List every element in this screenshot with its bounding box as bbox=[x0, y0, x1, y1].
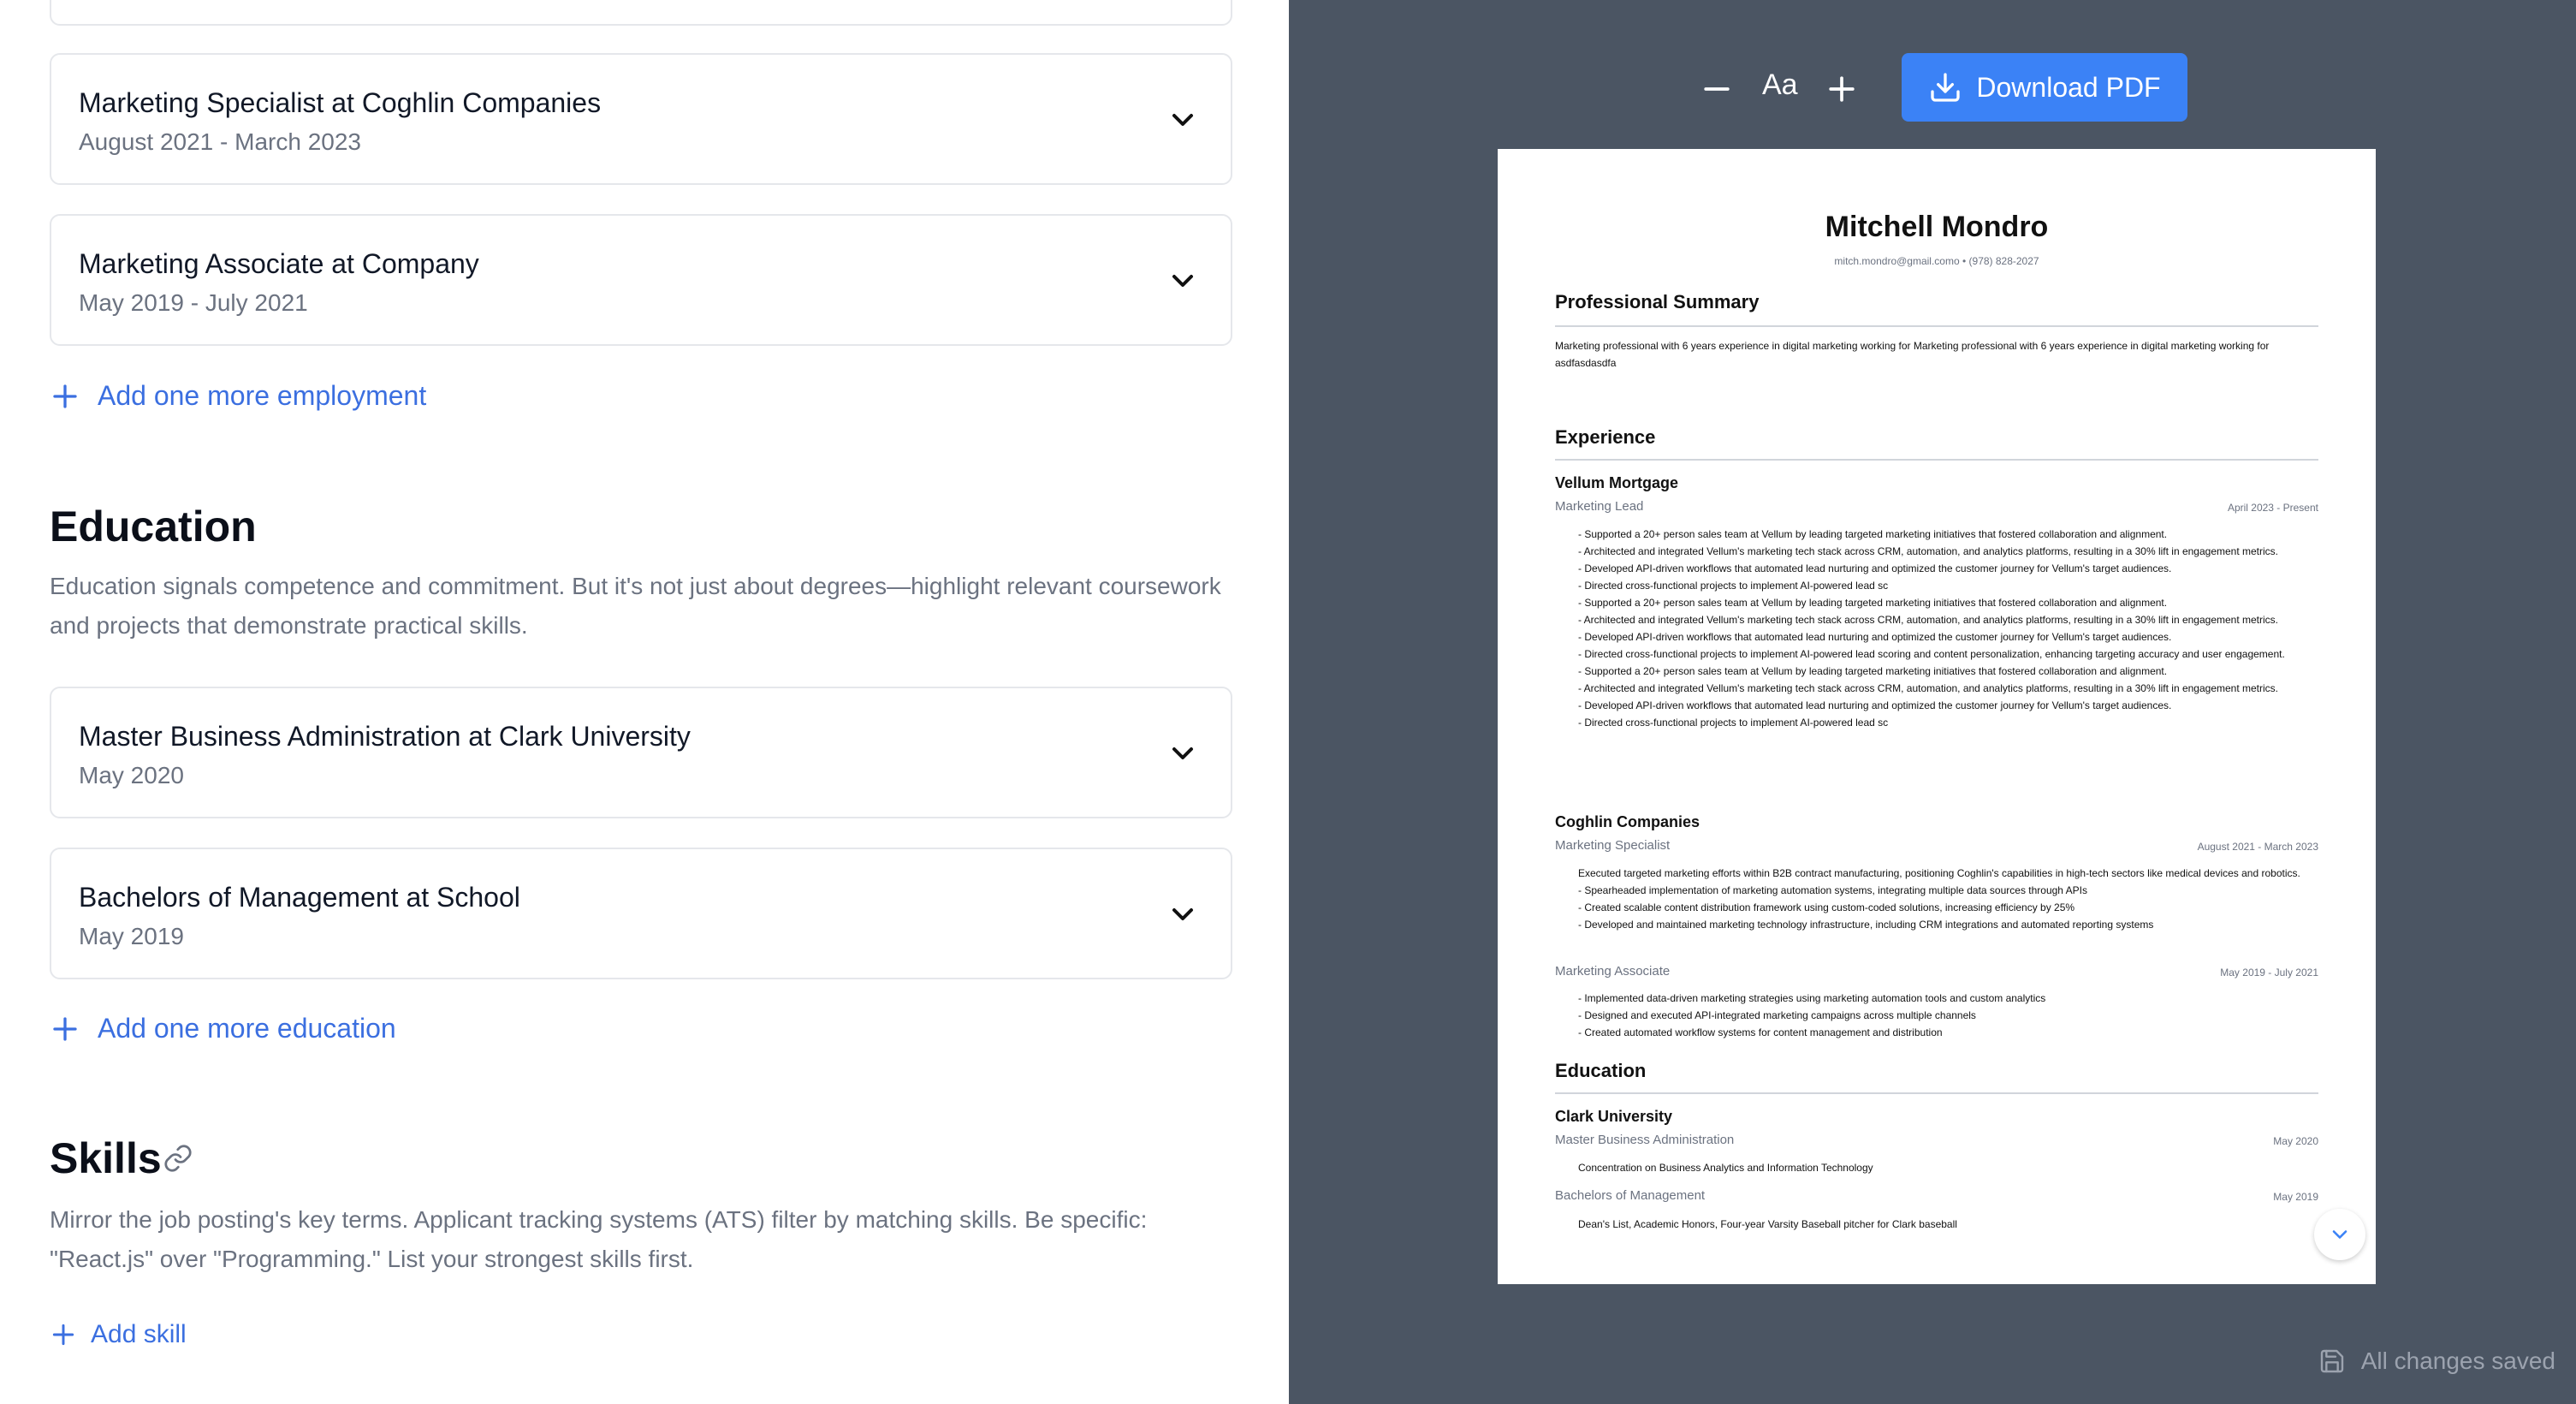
bullet: - Developed API-driven workflows that au… bbox=[1578, 562, 2172, 574]
bullet: - Supported a 20+ person sales team at V… bbox=[1578, 528, 2168, 540]
bullet: - Implemented data-driven marketing stra… bbox=[1578, 992, 2046, 1004]
education-title: Bachelors of Management at School bbox=[79, 882, 520, 913]
bullet-list: Dean's List, Academic Honors, Four-year … bbox=[1578, 1216, 2319, 1233]
save-status: All changes saved bbox=[2318, 1347, 2555, 1375]
job-dates: April 2023 - Present bbox=[2227, 502, 2318, 514]
divider bbox=[1555, 459, 2318, 461]
divider bbox=[1555, 1092, 2318, 1094]
education-description: Education signals competence and commitm… bbox=[50, 573, 1221, 639]
bullet-list: - Supported a 20+ person sales team at V… bbox=[1578, 526, 2319, 731]
preview-panel: Aa Download PDF Mitchell Mondro mitch.mo… bbox=[1289, 0, 2576, 1404]
employment-dates: May 2019 - July 2021 bbox=[79, 289, 308, 316]
bullet: - Directed cross-functional projects to … bbox=[1578, 648, 2285, 660]
experience-heading: Experience bbox=[1555, 426, 1656, 448]
bullet: - Developed API-driven workflows that au… bbox=[1578, 699, 2172, 711]
education-dates: May 2019 bbox=[79, 923, 184, 949]
bullet: - Created scalable content distribution … bbox=[1578, 901, 2075, 913]
degree-date: May 2020 bbox=[2273, 1135, 2318, 1147]
bullet: - Directed cross-functional projects to … bbox=[1578, 717, 1889, 729]
job-dates: May 2019 - July 2021 bbox=[2220, 967, 2318, 979]
download-icon bbox=[1931, 73, 1961, 102]
job-role: Marketing Lead bbox=[1555, 499, 1644, 514]
bullet: - Developed API-driven workflows that au… bbox=[1578, 631, 2172, 643]
degree: Bachelors of Management bbox=[1555, 1188, 1706, 1203]
bullet: - Spearheaded implementation of marketin… bbox=[1578, 884, 2087, 896]
chevron-down-icon[interactable] bbox=[1166, 264, 1200, 298]
bullet: Concentration on Business Analytics and … bbox=[1578, 1162, 1873, 1174]
resume-contact: mitch.mondro@gmail.como • (978) 828-2027 bbox=[1834, 255, 2039, 267]
employment-card-coghlin[interactable]: Marketing Specialist at Coghlin Companie… bbox=[50, 53, 1232, 185]
chevron-down-icon[interactable] bbox=[1166, 897, 1200, 931]
employment-title: Marketing Specialist at Coghlin Companie… bbox=[79, 87, 602, 118]
chevron-down-icon[interactable] bbox=[1166, 736, 1200, 770]
download-pdf-label: Download PDF bbox=[1976, 71, 2161, 103]
job-role: Marketing Associate bbox=[1555, 964, 1671, 979]
resume-name: Mitchell Mondro bbox=[1825, 211, 2049, 243]
link-icon[interactable] bbox=[163, 1143, 193, 1174]
school-name: Clark University bbox=[1555, 1108, 1673, 1125]
add-education-button[interactable]: Add one more education bbox=[50, 1013, 396, 1044]
bullet: - Architected and integrated Vellum's ma… bbox=[1578, 682, 2279, 694]
employment-card-company[interactable]: Marketing Associate at Company May 2019 … bbox=[50, 214, 1232, 346]
bullet: - Architected and integrated Vellum's ma… bbox=[1578, 545, 2279, 557]
decrease-font-button[interactable] bbox=[1698, 70, 1736, 108]
bullet: Executed targeted marketing efforts with… bbox=[1578, 867, 2300, 879]
resume-preview: Mitchell Mondro mitch.mondro@gmail.como … bbox=[1498, 149, 2376, 1284]
add-employment-button[interactable]: Add one more employment bbox=[50, 380, 426, 412]
employment-title: Marketing Associate at Company bbox=[79, 248, 479, 279]
company-name: Vellum Mortgage bbox=[1555, 474, 1679, 491]
save-status-label: All changes saved bbox=[2360, 1347, 2555, 1374]
education-section-heading: Education bbox=[1555, 1060, 1647, 1081]
company-name: Coghlin Companies bbox=[1555, 813, 1701, 830]
bullet: - Supported a 20+ person sales team at V… bbox=[1578, 665, 2168, 677]
bullet: - Created automated workflow systems for… bbox=[1578, 1026, 1943, 1038]
bullet: - Directed cross-functional projects to … bbox=[1578, 580, 1889, 592]
degree: Master Business Administration bbox=[1555, 1133, 1735, 1147]
summary-text: Marketing professional with 6 years expe… bbox=[1555, 340, 2270, 369]
bullet: - Supported a 20+ person sales team at V… bbox=[1578, 597, 2168, 609]
font-size-label: Aa bbox=[1762, 68, 1798, 101]
divider bbox=[1555, 325, 2318, 327]
add-skill-button[interactable]: Add skill bbox=[50, 1320, 187, 1349]
add-skill-label: Add skill bbox=[91, 1320, 187, 1348]
chevron-down-icon bbox=[2332, 1230, 2347, 1239]
skills-description: Mirror the job posting's key terms. Appl… bbox=[50, 1206, 1148, 1272]
bullet-list: Executed targeted marketing efforts with… bbox=[1578, 865, 2319, 933]
education-title: Master Business Administration at Clark … bbox=[79, 721, 691, 752]
bullet: - Designed and executed API-integrated m… bbox=[1578, 1009, 1976, 1021]
increase-font-button[interactable] bbox=[1823, 70, 1861, 108]
bullet: - Architected and integrated Vellum's ma… bbox=[1578, 614, 2279, 626]
summary-heading: Professional Summary bbox=[1555, 291, 1760, 312]
bullet: Dean's List, Academic Honors, Four-year … bbox=[1578, 1218, 1957, 1230]
job-role: Marketing Specialist bbox=[1555, 838, 1671, 853]
education-dates: May 2020 bbox=[79, 762, 184, 788]
education-heading: Education bbox=[50, 503, 257, 550]
skills-heading: Skills bbox=[50, 1134, 162, 1182]
bullet-list: Concentration on Business Analytics and … bbox=[1578, 1159, 2319, 1176]
education-card-clark[interactable]: Master Business Administration at Clark … bbox=[50, 687, 1232, 818]
chevron-down-icon[interactable] bbox=[1166, 103, 1200, 137]
plus-icon bbox=[53, 1016, 77, 1041]
editor-panel: Marketing Specialist at Coghlin Companie… bbox=[0, 0, 1289, 1404]
scroll-down-button[interactable] bbox=[2314, 1209, 2365, 1260]
add-employment-label: Add one more employment bbox=[98, 380, 427, 411]
bullet-list: - Implemented data-driven marketing stra… bbox=[1578, 990, 2319, 1041]
employment-card-collapsed[interactable] bbox=[50, 0, 1232, 26]
employment-dates: August 2021 - March 2023 bbox=[79, 128, 361, 155]
download-pdf-button[interactable]: Download PDF bbox=[1902, 53, 2187, 122]
save-icon bbox=[2320, 1349, 2343, 1373]
plus-icon bbox=[52, 1324, 74, 1346]
plus-icon bbox=[53, 384, 77, 408]
degree-date: May 2019 bbox=[2273, 1191, 2318, 1203]
add-education-label: Add one more education bbox=[98, 1013, 396, 1044]
education-card-school[interactable]: Bachelors of Management at School May 20… bbox=[50, 848, 1232, 979]
job-dates: August 2021 - March 2023 bbox=[2197, 841, 2318, 853]
bullet: - Developed and maintained marketing tec… bbox=[1578, 919, 2154, 931]
